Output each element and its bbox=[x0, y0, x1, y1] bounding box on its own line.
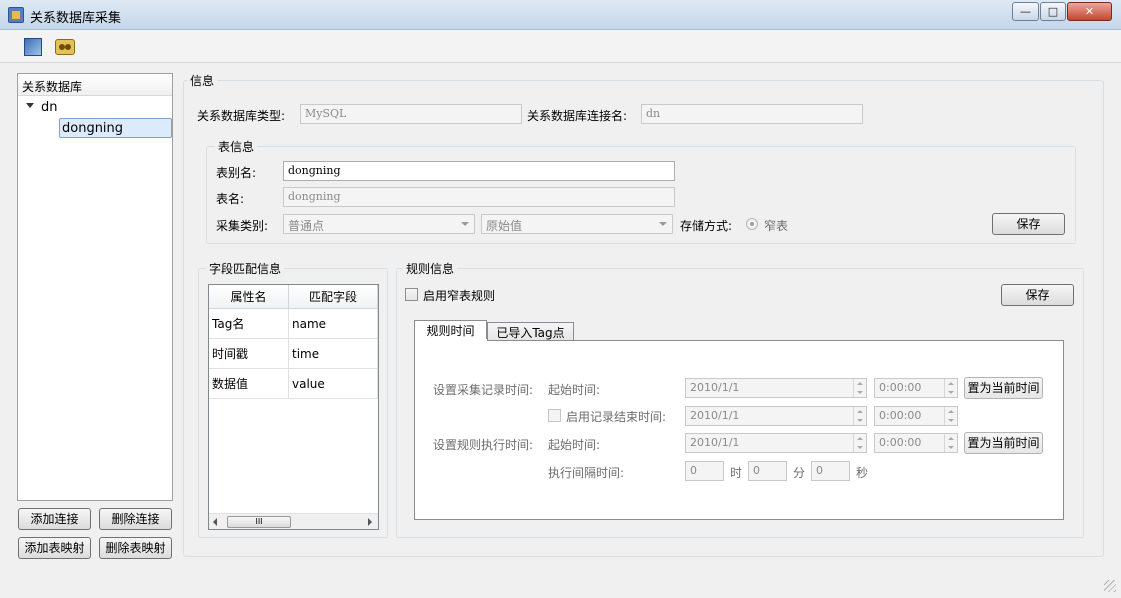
rules-save-button[interactable]: 保存 bbox=[1001, 284, 1074, 306]
import-icon bbox=[24, 38, 42, 56]
hours-input[interactable]: 0 bbox=[685, 461, 724, 481]
start-time-picker[interactable]: 0:00:00 bbox=[874, 378, 958, 398]
table-cell[interactable]: time bbox=[289, 339, 378, 369]
spinner-icon[interactable] bbox=[944, 434, 957, 452]
table-info-title: 表信息 bbox=[215, 138, 258, 155]
seconds-input[interactable]: 0 bbox=[811, 461, 850, 481]
exec-start-label: 起始时间: bbox=[548, 438, 601, 452]
end-date-value: 2010/1/1 bbox=[690, 409, 740, 422]
alias-input[interactable]: dongning bbox=[283, 161, 675, 181]
maximize-button[interactable]: □ bbox=[1040, 2, 1066, 21]
scroll-thumb[interactable]: III bbox=[227, 516, 291, 528]
delete-connection-button[interactable]: 删除连接 bbox=[99, 508, 172, 530]
tree-node-dn[interactable]: dn bbox=[41, 100, 58, 115]
table-cell[interactable]: Tag名 bbox=[209, 309, 289, 339]
resize-grip-icon[interactable] bbox=[1104, 580, 1116, 592]
enable-rule-label: 启用窄表规则 bbox=[423, 289, 496, 303]
tree-header: 关系数据库 bbox=[18, 74, 172, 96]
enable-end-time-label: 启用记录结束时间: bbox=[566, 410, 667, 424]
table-cell[interactable]: name bbox=[289, 309, 378, 339]
start-time-label: 起始时间: bbox=[548, 383, 601, 397]
hours-unit: 时 bbox=[730, 466, 743, 480]
field-match-title: 字段匹配信息 bbox=[206, 260, 285, 277]
field-match-grid[interactable]: 属性名 匹配字段 Tag名 name 时间戳 time 数据值 value II… bbox=[208, 284, 379, 530]
table-cell[interactable]: 数据值 bbox=[209, 369, 289, 399]
window-title: 关系数据库采集 bbox=[30, 11, 122, 26]
db-type-label: 关系数据库类型: bbox=[197, 109, 286, 123]
conn-name-label: 关系数据库连接名: bbox=[527, 109, 628, 123]
tree-node-dongning[interactable]: dongning bbox=[59, 118, 172, 138]
spinner-icon[interactable] bbox=[853, 379, 866, 397]
column-header-attr[interactable]: 属性名 bbox=[209, 285, 289, 309]
value-type-value: 原始值 bbox=[486, 219, 523, 233]
minimize-button[interactable]: — bbox=[1012, 2, 1039, 21]
connect-icon bbox=[55, 39, 75, 55]
spinner-icon[interactable] bbox=[853, 434, 866, 452]
chevron-down-icon bbox=[659, 222, 667, 226]
enable-end-time-checkbox[interactable] bbox=[548, 409, 561, 422]
exec-time-value: 0:00:00 bbox=[879, 436, 922, 449]
interval-label: 执行间隔时间: bbox=[548, 466, 625, 480]
storage-value: 窄表 bbox=[764, 219, 789, 233]
collect-type-label: 采集类别: bbox=[216, 219, 269, 233]
minutes-input[interactable]: 0 bbox=[748, 461, 787, 481]
table-name-field[interactable]: dongning bbox=[283, 187, 675, 207]
add-mapping-button[interactable]: 添加表映射 bbox=[18, 537, 91, 559]
add-connection-button[interactable]: 添加连接 bbox=[18, 508, 91, 530]
set-now-button[interactable]: 置为当前时间 bbox=[964, 377, 1043, 399]
exec-date-picker[interactable]: 2010/1/1 bbox=[685, 433, 867, 453]
db-tree[interactable]: 关系数据库 dn dongning bbox=[17, 73, 173, 501]
collect-time-label: 设置采集记录时间: bbox=[433, 383, 534, 397]
import-button[interactable] bbox=[21, 35, 45, 59]
conn-name-field[interactable]: dn bbox=[641, 104, 863, 124]
scroll-left-icon[interactable] bbox=[213, 518, 217, 526]
scroll-right-icon[interactable] bbox=[368, 518, 372, 526]
start-date-value: 2010/1/1 bbox=[690, 381, 740, 394]
end-time-picker[interactable]: 0:00:00 bbox=[874, 406, 958, 426]
horizontal-scrollbar[interactable]: III bbox=[209, 513, 378, 529]
exec-time-label: 设置规则执行时间: bbox=[433, 438, 534, 452]
end-date-picker[interactable]: 2010/1/1 bbox=[685, 406, 867, 426]
app-icon bbox=[8, 7, 24, 23]
minutes-unit: 分 bbox=[793, 466, 806, 480]
tab-join bbox=[415, 339, 487, 341]
info-group-title: 信息 bbox=[187, 72, 218, 89]
toolbar bbox=[0, 31, 1121, 63]
alias-label: 表别名: bbox=[216, 166, 257, 180]
exec-time-picker[interactable]: 0:00:00 bbox=[874, 433, 958, 453]
connect-button[interactable] bbox=[53, 35, 77, 59]
start-time-value: 0:00:00 bbox=[879, 381, 922, 394]
storage-radio[interactable] bbox=[746, 218, 758, 230]
table-name-label: 表名: bbox=[216, 192, 245, 206]
value-type-select[interactable]: 原始值 bbox=[481, 214, 673, 234]
spinner-icon[interactable] bbox=[944, 407, 957, 425]
delete-mapping-button[interactable]: 删除表映射 bbox=[99, 537, 172, 559]
chevron-down-icon bbox=[461, 222, 469, 226]
storage-label: 存储方式: bbox=[680, 219, 733, 233]
collect-type-value: 普通点 bbox=[288, 219, 325, 233]
rule-time-panel bbox=[414, 340, 1064, 520]
exec-date-value: 2010/1/1 bbox=[690, 436, 740, 449]
column-header-field[interactable]: 匹配字段 bbox=[289, 285, 378, 309]
collect-type-select[interactable]: 普通点 bbox=[283, 214, 475, 234]
exec-set-now-button[interactable]: 置为当前时间 bbox=[964, 432, 1043, 454]
end-time-value: 0:00:00 bbox=[879, 409, 922, 422]
enable-rule-checkbox[interactable] bbox=[405, 288, 418, 301]
table-cell[interactable]: value bbox=[289, 369, 378, 399]
spinner-icon[interactable] bbox=[944, 379, 957, 397]
expand-arrow-icon[interactable] bbox=[26, 103, 34, 108]
table-cell[interactable]: 时间戳 bbox=[209, 339, 289, 369]
seconds-unit: 秒 bbox=[856, 466, 869, 480]
rules-title: 规则信息 bbox=[403, 260, 458, 277]
title-bar: 关系数据库采集 — □ ✕ bbox=[0, 0, 1121, 30]
start-date-picker[interactable]: 2010/1/1 bbox=[685, 378, 867, 398]
spinner-icon[interactable] bbox=[853, 407, 866, 425]
db-type-field[interactable]: MySQL bbox=[300, 104, 522, 124]
close-button[interactable]: ✕ bbox=[1067, 2, 1112, 21]
table-save-button[interactable]: 保存 bbox=[992, 213, 1065, 235]
